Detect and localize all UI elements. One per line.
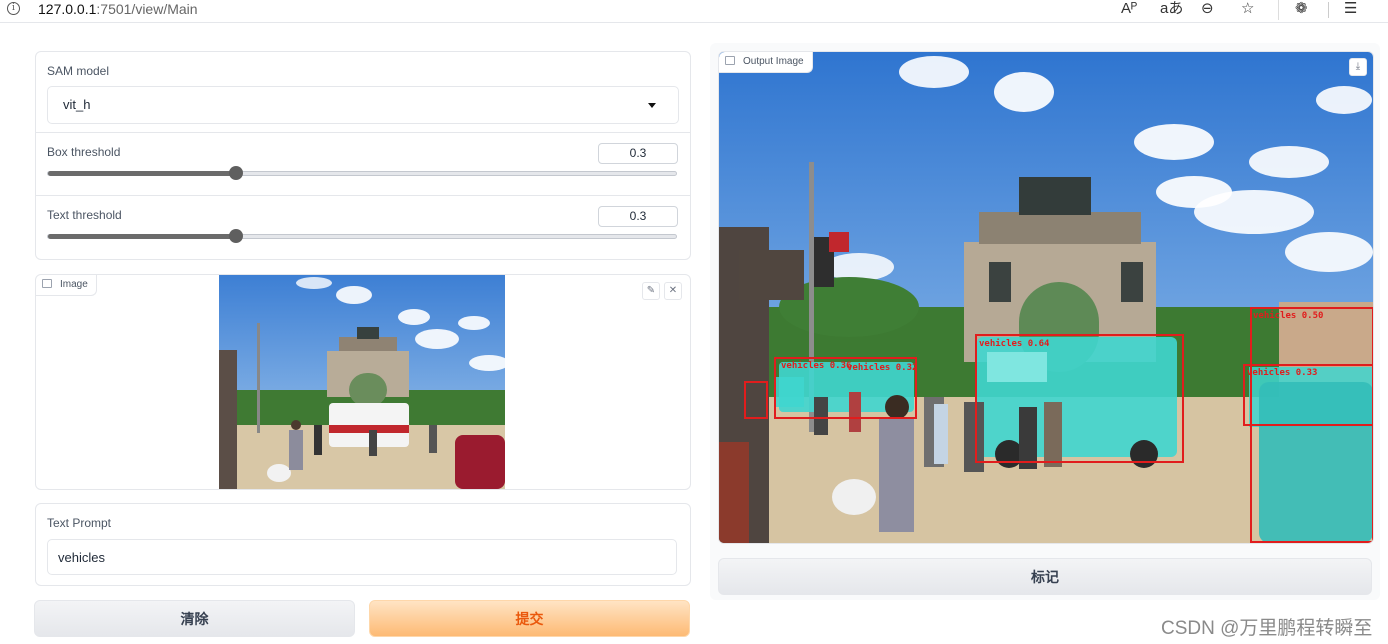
submit-button[interactable]: 提交 xyxy=(369,600,690,637)
mark-button[interactable]: 标记 xyxy=(718,558,1372,595)
url-text[interactable]: 127.0.0.1:7501/view/Main xyxy=(38,1,198,17)
sam-model-value: vit_h xyxy=(63,97,91,112)
sam-model-dropdown[interactable]: vit_h xyxy=(47,86,679,124)
text-prompt-input[interactable]: vehicles xyxy=(47,539,677,575)
input-image[interactable] xyxy=(219,275,505,489)
detection-label: vehicles 0.50 xyxy=(1253,310,1323,321)
extensions-icon[interactable]: ❁ xyxy=(1295,0,1308,18)
text-threshold-input[interactable]: 0.3 xyxy=(598,206,678,227)
translate-icon[interactable]: aあ xyxy=(1160,0,1183,18)
download-icon[interactable]: ⤓ xyxy=(1349,58,1367,76)
output-column: vehicles 0.64 vehicles 0.50 vehicles 0.3… xyxy=(710,43,1380,600)
detection-label: vehicles 0.64 xyxy=(979,338,1050,349)
box-threshold-slider[interactable] xyxy=(47,166,677,180)
url-host: 127.0.0.1 xyxy=(38,1,97,17)
output-image-panel: vehicles 0.64 vehicles 0.50 vehicles 0.3… xyxy=(718,51,1374,544)
read-aloud-icon[interactable]: Aᴾ xyxy=(1121,0,1137,18)
output-image[interactable]: vehicles 0.64 vehicles 0.50 vehicles 0.3… xyxy=(719,52,1373,543)
settings-divider xyxy=(36,195,690,196)
url-path: :7501/view/Main xyxy=(96,1,198,17)
text-prompt-label: Text Prompt xyxy=(47,516,112,530)
slider-fill xyxy=(48,171,237,176)
csdn-watermark: CSDN @万里鹏程转瞬至 xyxy=(1161,618,1373,639)
output-image-tag: Output Image xyxy=(719,52,813,73)
box-threshold-label: Box threshold xyxy=(47,145,121,159)
slider-thumb[interactable] xyxy=(229,166,244,180)
text-prompt-panel: Text Prompt vehicles xyxy=(35,503,691,586)
detection-label: vehicles 0.33 xyxy=(1247,367,1317,378)
favorite-star-icon[interactable]: ☆ xyxy=(1241,0,1254,18)
input-image-tag: Image xyxy=(36,275,97,296)
detection-label: vehicles 0.36 xyxy=(781,360,851,371)
address-bar-divider xyxy=(1278,0,1279,20)
sam-model-label: SAM model xyxy=(47,64,110,78)
input-image-label: Image xyxy=(60,279,88,290)
text-threshold-slider[interactable] xyxy=(47,229,677,243)
zoom-icon[interactable]: ⊖ xyxy=(1201,0,1214,18)
slider-fill xyxy=(48,234,237,239)
detection-label: vehicles 0.32 xyxy=(847,362,917,373)
slider-thumb[interactable] xyxy=(229,229,244,243)
clear-button[interactable]: 清除 xyxy=(34,600,355,637)
edit-icon[interactable]: ✎ xyxy=(642,282,660,300)
chevron-down-icon xyxy=(648,103,656,108)
favorites-bar-icon[interactable]: ☰ xyxy=(1344,0,1357,18)
browser-address-bar: i 127.0.0.1:7501/view/Main Aᴾ aあ ⊖ ☆ ❁ ☰ xyxy=(0,0,1388,23)
image-icon xyxy=(42,279,52,288)
toolbar-divider xyxy=(1328,2,1329,18)
box-threshold-input[interactable]: 0.3 xyxy=(598,143,678,164)
close-icon[interactable]: ✕ xyxy=(664,282,682,300)
input-image-panel: Image ✎ ✕ xyxy=(35,274,691,490)
site-info-icon[interactable]: i xyxy=(7,2,20,15)
output-image-label: Output Image xyxy=(743,56,804,67)
settings-divider xyxy=(36,132,690,133)
image-icon xyxy=(725,56,735,65)
app-root: SAM model vit_h Box threshold 0.3 Text t… xyxy=(0,23,1388,644)
settings-panel: SAM model vit_h Box threshold 0.3 Text t… xyxy=(35,51,691,260)
text-threshold-label: Text threshold xyxy=(47,208,122,222)
